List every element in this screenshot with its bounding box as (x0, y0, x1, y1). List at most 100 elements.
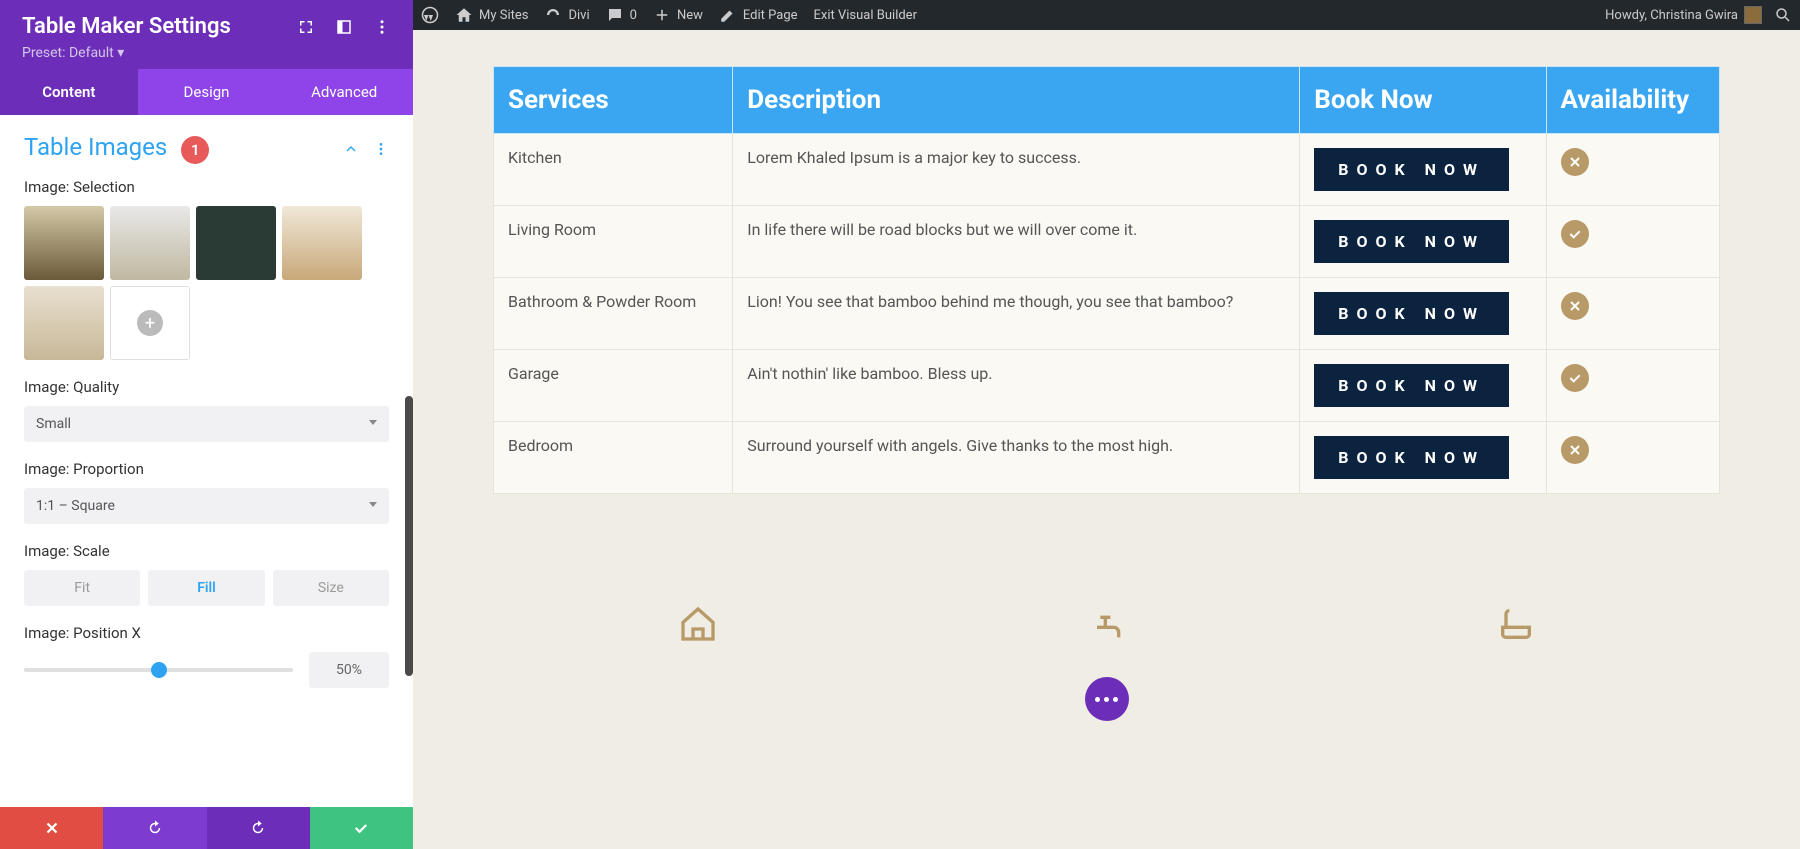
cell-service: Garage (494, 350, 733, 422)
cell-service: Bathroom & Powder Room (494, 278, 733, 350)
image-thumb[interactable] (24, 206, 104, 280)
section-more-icon[interactable] (373, 141, 389, 157)
comments-link[interactable]: 0 (606, 6, 637, 24)
position-x-slider[interactable] (24, 668, 293, 672)
services-table: Services Description Book Now Availabili… (493, 66, 1720, 494)
scale-fill[interactable]: Fill (148, 570, 264, 606)
search-icon (1774, 6, 1792, 24)
undo-button[interactable] (103, 807, 206, 849)
cell-description: Surround yourself with angels. Give than… (733, 422, 1300, 494)
bathtub-icon (1496, 604, 1536, 648)
exit-vb-link[interactable]: Exit Visual Builder (814, 8, 917, 23)
cell-description: Lion! You see that bamboo behind me thou… (733, 278, 1300, 350)
availability-icon (1561, 220, 1589, 248)
label-selection: Image: Selection (24, 178, 389, 196)
table-row: Living RoomIn life there will be road bl… (494, 206, 1720, 278)
book-now-button[interactable]: BOOK NOW (1314, 364, 1509, 407)
th-description: Description (733, 67, 1300, 134)
page-preview: Services Description Book Now Availabili… (413, 30, 1800, 849)
cell-availability (1546, 350, 1719, 422)
image-thumb[interactable] (282, 206, 362, 280)
image-thumb[interactable] (196, 206, 276, 280)
proportion-select[interactable]: 1:1 – Square (24, 488, 389, 524)
position-x-value[interactable]: 50% (309, 652, 389, 688)
section-title: Table Images (24, 133, 167, 161)
image-thumb[interactable] (24, 286, 104, 360)
table-row: KitchenLorem Khaled Ipsum is a major key… (494, 134, 1720, 206)
chevron-up-icon[interactable] (343, 141, 359, 157)
availability-icon (1561, 436, 1589, 464)
cell-service: Bedroom (494, 422, 733, 494)
redo-button[interactable] (207, 807, 310, 849)
cancel-button[interactable] (0, 807, 103, 849)
table-row: GarageAin't nothin' like bamboo. Bless u… (494, 350, 1720, 422)
annotation-badge: 1 (181, 136, 209, 164)
book-now-button[interactable]: BOOK NOW (1314, 220, 1509, 263)
wp-admin-bar: My Sites Divi 0 New Edit Page Exit Visua… (413, 0, 1800, 30)
gauge-icon (544, 6, 562, 24)
cell-description: Ain't nothin' like bamboo. Bless up. (733, 350, 1300, 422)
pencil-icon (719, 6, 737, 24)
divi-link[interactable]: Divi (544, 6, 589, 24)
edit-page-link[interactable]: Edit Page (719, 6, 798, 24)
search-toggle[interactable] (1774, 6, 1792, 24)
my-sites-link[interactable]: My Sites (455, 6, 528, 24)
tab-advanced[interactable]: Advanced (275, 69, 413, 115)
add-image-button[interactable]: + (110, 286, 190, 360)
plus-icon: + (137, 310, 163, 336)
image-thumbnails: + (24, 206, 389, 360)
save-button[interactable] (310, 807, 413, 849)
panel-scrollbar[interactable] (405, 396, 413, 676)
th-availability: Availability (1546, 67, 1719, 134)
preset-selector[interactable]: Preset: Default ▾ (22, 45, 391, 61)
th-services: Services (494, 67, 733, 134)
home-icon (455, 6, 473, 24)
cell-book: BOOK NOW (1300, 278, 1546, 350)
module-title: Table Maker Settings (22, 14, 231, 39)
close-icon (43, 819, 61, 837)
cell-availability (1546, 422, 1719, 494)
book-now-button[interactable]: BOOK NOW (1314, 148, 1509, 191)
settings-tabs: Content Design Advanced (0, 69, 413, 115)
availability-icon (1561, 292, 1589, 320)
tab-content[interactable]: Content (0, 69, 138, 115)
expand-icon[interactable] (297, 18, 315, 36)
book-now-button[interactable]: BOOK NOW (1314, 436, 1509, 479)
cell-book: BOOK NOW (1300, 206, 1546, 278)
book-now-button[interactable]: BOOK NOW (1314, 292, 1509, 335)
wp-logo[interactable] (421, 6, 439, 24)
cell-book: BOOK NOW (1300, 134, 1546, 206)
check-icon (352, 819, 370, 837)
scale-size[interactable]: Size (273, 570, 389, 606)
sidebar-footer (0, 807, 413, 849)
cell-service: Kitchen (494, 134, 733, 206)
tab-design[interactable]: Design (138, 69, 276, 115)
sidebar-header: Table Maker Settings Preset: Default ▾ (0, 0, 413, 69)
new-link[interactable]: New (653, 6, 703, 24)
quality-select[interactable]: Small (24, 406, 389, 442)
slider-thumb[interactable] (151, 662, 167, 678)
faucet-icon (1087, 604, 1127, 648)
label-position-x: Image: Position X (24, 624, 389, 642)
more-icon[interactable] (373, 18, 391, 36)
label-proportion: Image: Proportion (24, 460, 389, 478)
comment-icon (606, 6, 624, 24)
house-icon (678, 604, 718, 648)
scale-fit[interactable]: Fit (24, 570, 140, 606)
label-quality: Image: Quality (24, 378, 389, 396)
scale-segmented: Fit Fill Size (24, 570, 389, 606)
availability-icon (1561, 364, 1589, 392)
service-icons-row (493, 604, 1720, 648)
builder-fab[interactable] (1085, 677, 1129, 721)
image-thumb[interactable] (110, 206, 190, 280)
howdy-user[interactable]: Howdy, Christina Gwira (1605, 6, 1762, 24)
avatar (1744, 6, 1762, 24)
th-book: Book Now (1300, 67, 1546, 134)
snap-icon[interactable] (335, 18, 353, 36)
table-row: BedroomSurround yourself with angels. Gi… (494, 422, 1720, 494)
cell-service: Living Room (494, 206, 733, 278)
cell-book: BOOK NOW (1300, 350, 1546, 422)
cell-description: Lorem Khaled Ipsum is a major key to suc… (733, 134, 1300, 206)
cell-book: BOOK NOW (1300, 422, 1546, 494)
cell-description: In life there will be road blocks but we… (733, 206, 1300, 278)
